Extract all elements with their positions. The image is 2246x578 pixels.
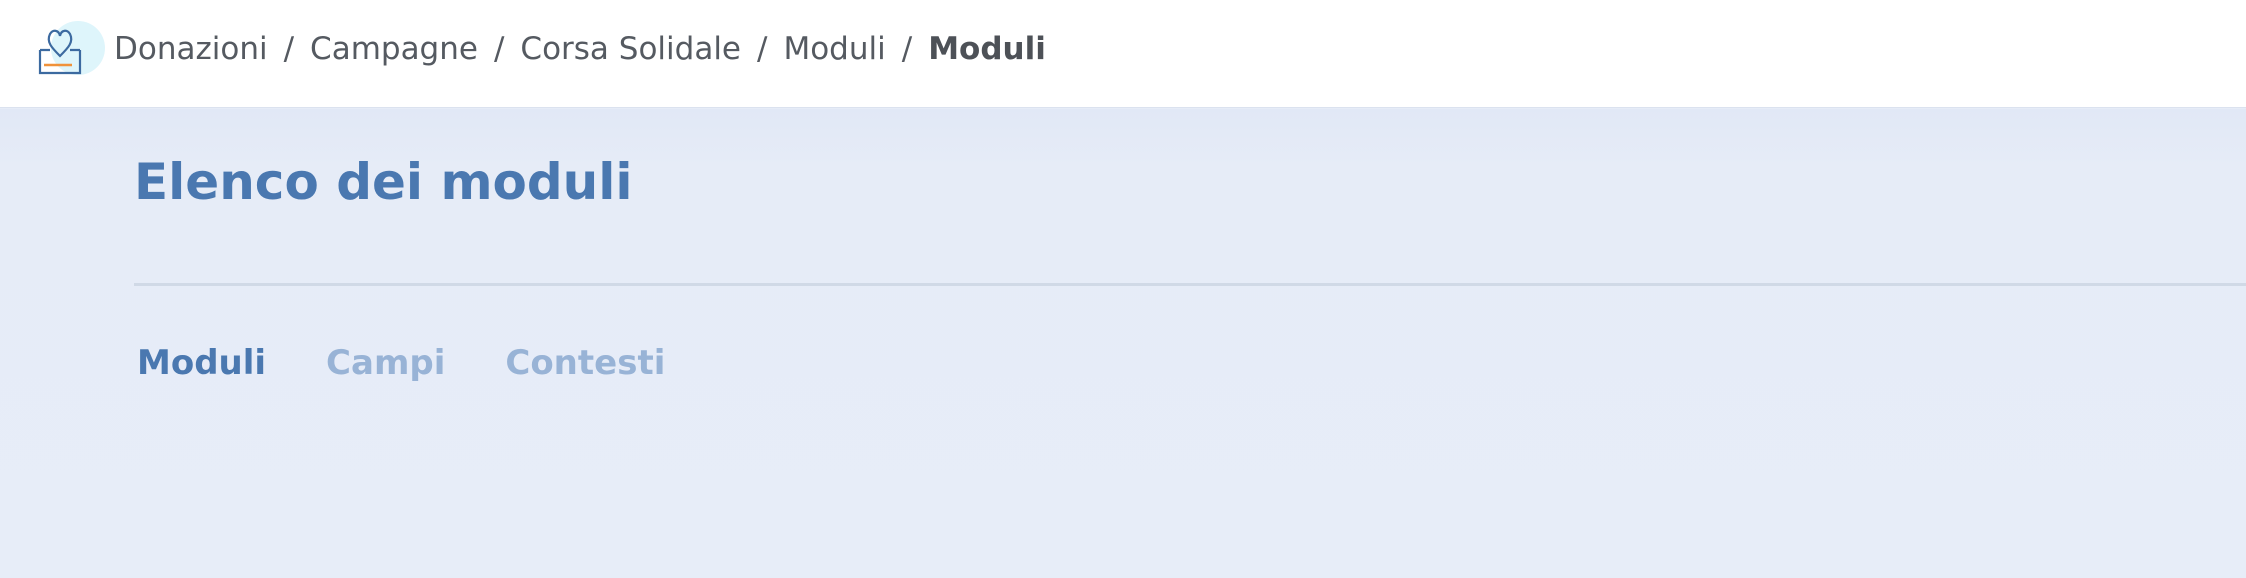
breadcrumb-separator: / <box>757 31 768 67</box>
breadcrumb-separator: / <box>493 31 505 67</box>
breadcrumb-item-corsa-solidale[interactable]: Corsa Solidale <box>520 31 741 67</box>
page-title: Elenco dei moduli <box>134 153 633 211</box>
breadcrumb-item-campagne[interactable]: Campagne <box>310 31 478 67</box>
breadcrumb-item-donazioni[interactable]: Donazioni <box>114 31 268 67</box>
breadcrumb-separator: / <box>283 31 295 67</box>
breadcrumb-separator: / <box>901 31 913 67</box>
breadcrumb-item-moduli[interactable]: Moduli <box>783 31 885 67</box>
top-bar: Donazioni / Campagne / Corsa Solidale / … <box>0 0 2246 108</box>
breadcrumb-current: Moduli <box>928 31 1046 67</box>
tab-campi[interactable]: Campi <box>326 343 445 383</box>
breadcrumb: Donazioni / Campagne / Corsa Solidale / … <box>114 0 1046 98</box>
header-divider <box>134 283 2246 286</box>
tab-contesti[interactable]: Contesti <box>505 343 665 383</box>
tab-bar: Moduli Campi Contesti <box>137 343 725 383</box>
tab-moduli[interactable]: Moduli <box>137 343 266 383</box>
donation-box-heart-icon[interactable] <box>30 20 106 78</box>
